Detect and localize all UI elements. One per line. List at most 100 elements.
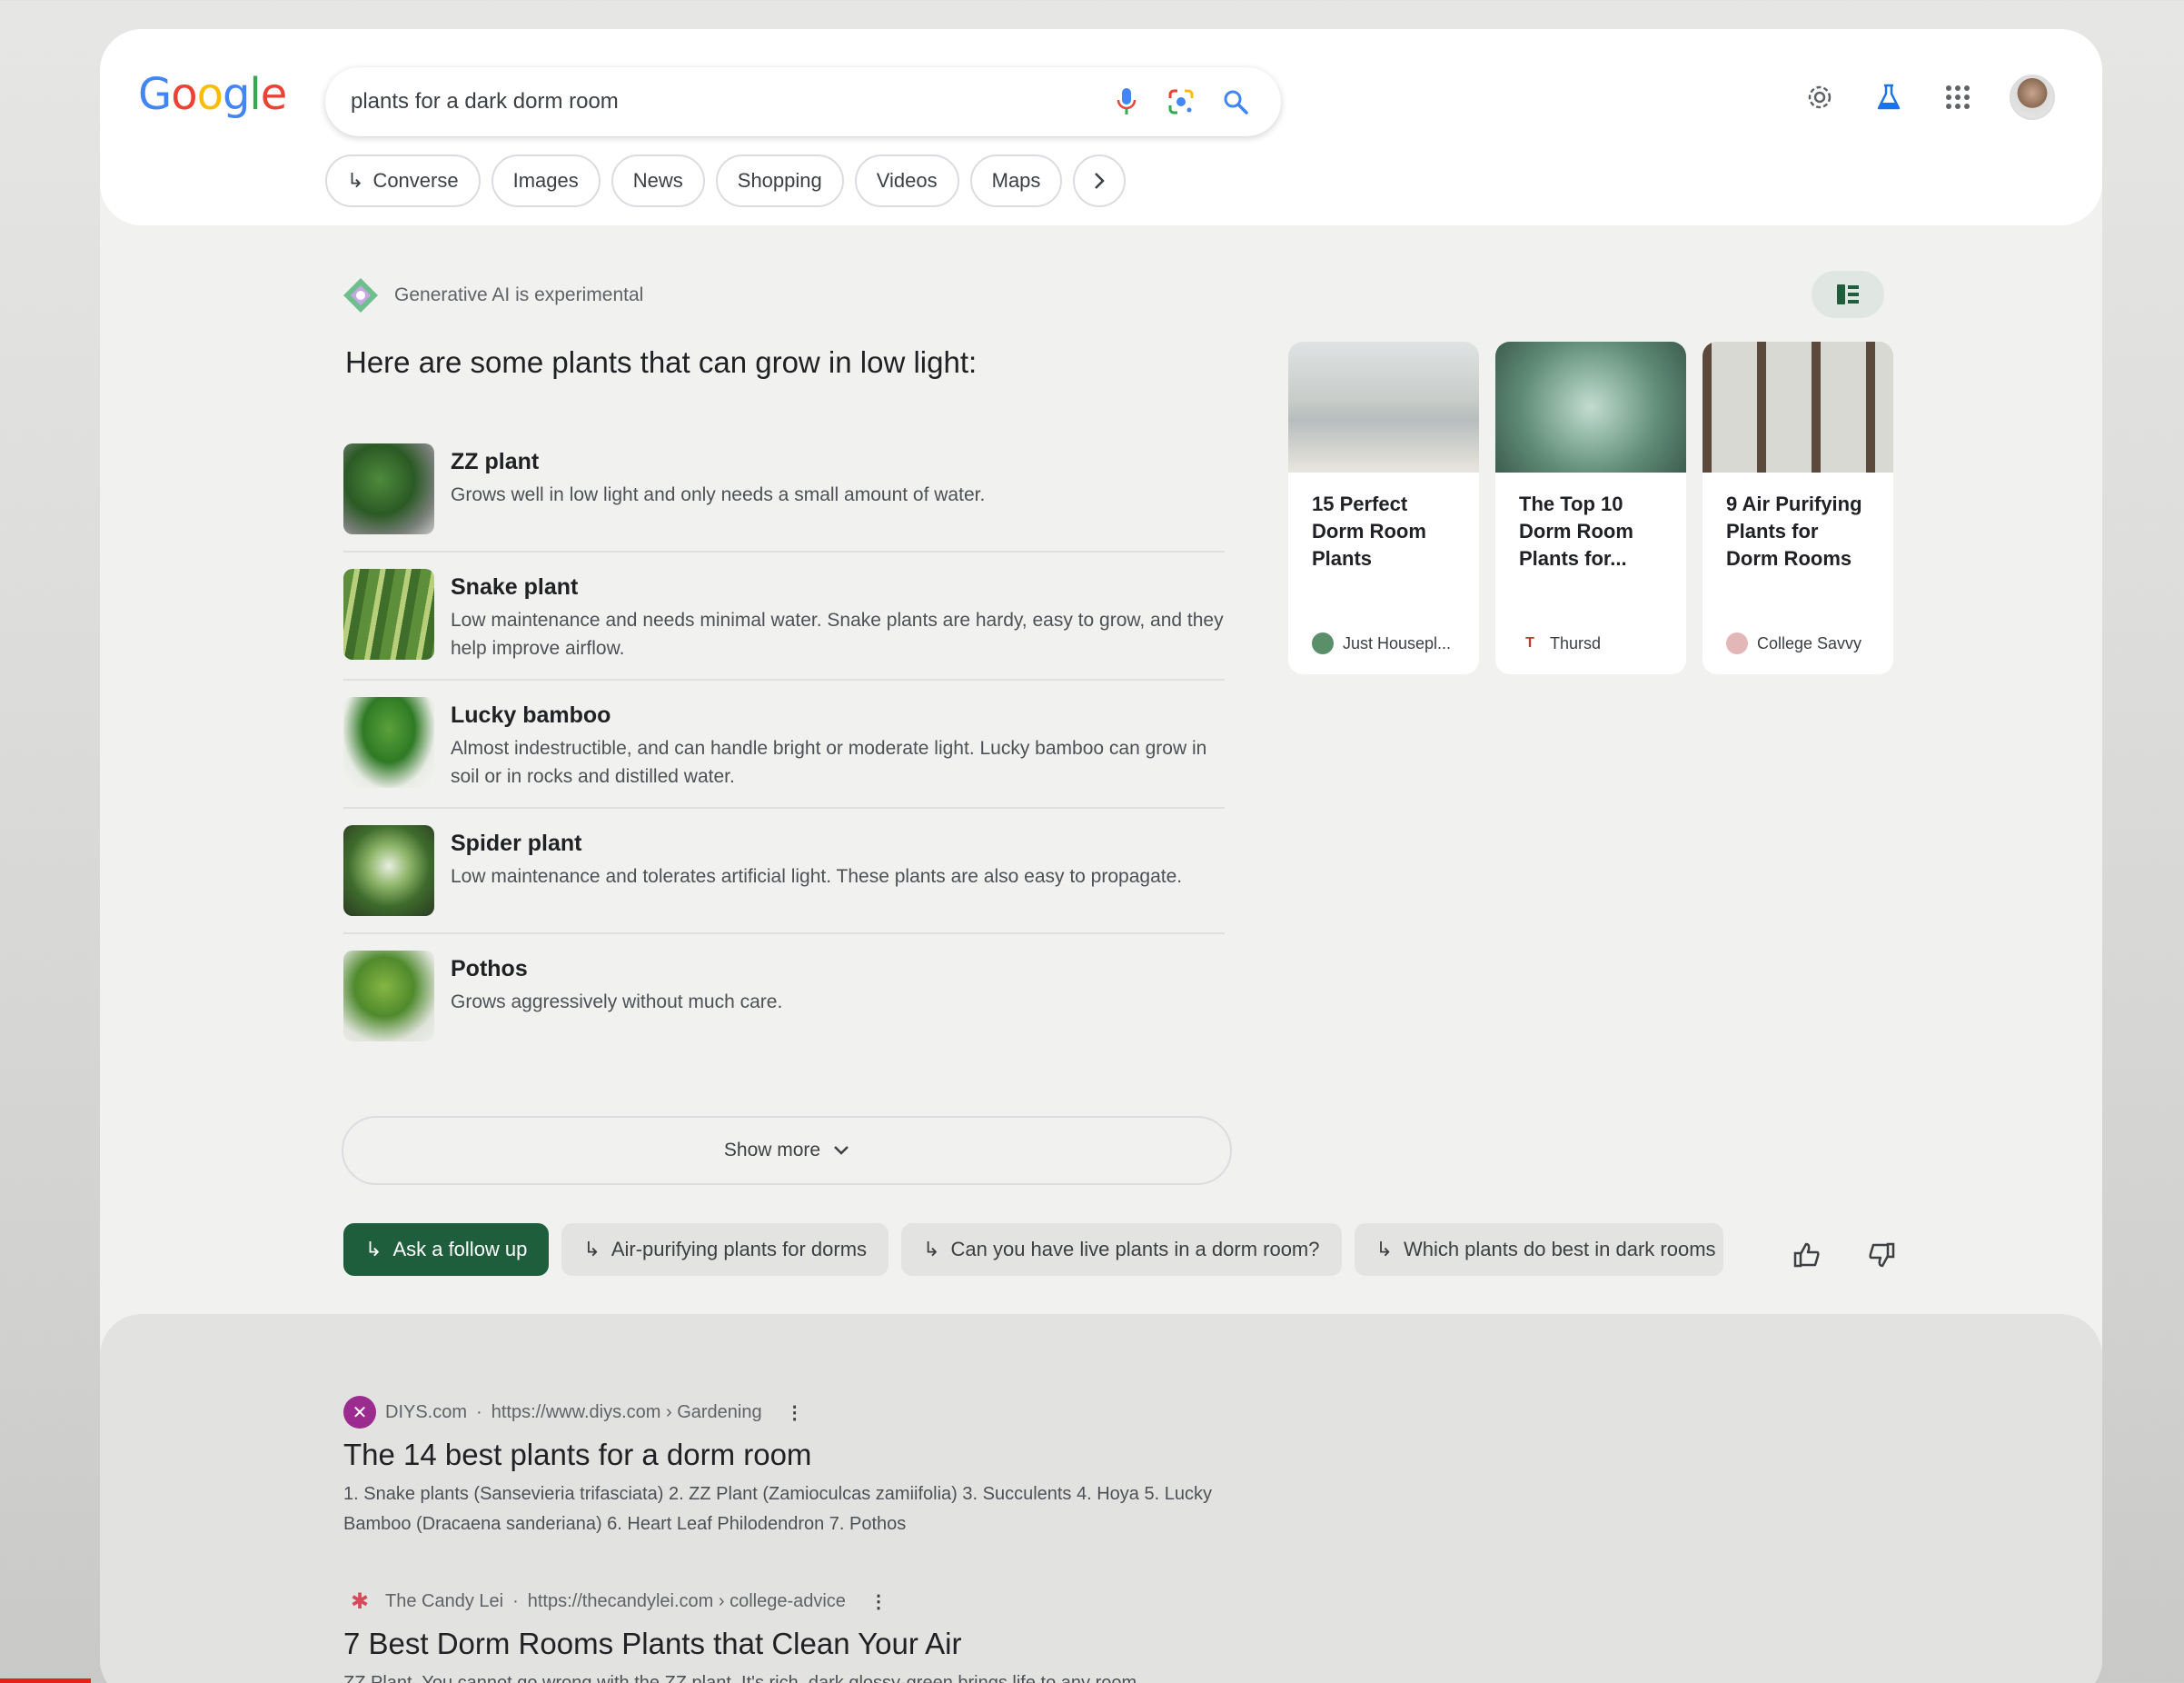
tab-converse[interactable]: ↳ Converse — [325, 154, 481, 207]
list-item[interactable]: Lucky bamboo Almost indestructible, and … — [343, 681, 1225, 809]
avatar[interactable] — [2010, 75, 2055, 120]
mic-icon[interactable] — [1107, 82, 1147, 122]
show-more-button[interactable]: Show more — [342, 1116, 1232, 1185]
list-item[interactable]: Snake plant Low maintenance and needs mi… — [343, 553, 1225, 681]
result-site: DIYS.com — [385, 1401, 468, 1422]
follow-up-chip[interactable]: ↳ Air-purifying plants for dorms — [561, 1223, 889, 1276]
plant-thumbnail — [343, 825, 434, 916]
tab-label: Videos — [876, 169, 938, 192]
search-result: ✕ DIYS.com · https://www.diys.com › Gard… — [343, 1396, 1234, 1539]
lens-icon[interactable] — [1161, 82, 1201, 122]
result-title-link[interactable]: The 14 best plants for a dorm room — [343, 1438, 1234, 1472]
follow-arrow-icon: ↳ — [923, 1238, 940, 1260]
tab-videos[interactable]: Videos — [854, 154, 959, 207]
plant-name: Lucky bamboo — [451, 702, 611, 728]
source-name: College Savvy — [1757, 633, 1862, 652]
plant-desc: Almost indestructible, and can handle br… — [451, 738, 1207, 787]
google-logo[interactable]: Google — [138, 69, 287, 120]
card-title: 9 Air Purifying Plants for Dorm Rooms — [1726, 493, 1862, 570]
source-card[interactable]: 15 Perfect Dorm Room Plants Just Housepl… — [1288, 342, 1479, 674]
follow-arrow-icon: ↳ — [1375, 1238, 1393, 1260]
chip-label: Ask a follow up — [392, 1238, 528, 1260]
source-card[interactable]: The Top 10 Dorm Room Plants for... T Thur… — [1495, 342, 1686, 674]
logo-letter: G — [138, 69, 172, 120]
plant-desc: Grows aggressively without much care. — [451, 991, 783, 1012]
source-name: Just Housepl... — [1343, 633, 1452, 652]
sge-sparkle-icon — [343, 278, 378, 313]
tab-maps[interactable]: Maps — [969, 154, 1063, 207]
result-url[interactable]: https://www.diys.com › Gardening — [491, 1402, 762, 1423]
logo-letter: o — [171, 69, 197, 120]
plant-thumbnail — [343, 951, 434, 1041]
tab-label: Converse — [372, 169, 459, 192]
follow-up-chip[interactable]: ↳ Can you have live plants in a dorm room… — [901, 1223, 1342, 1276]
chip-label: Air-purifying plants for dorms — [611, 1238, 868, 1260]
search-box[interactable]: plants for a dark dorm room — [325, 67, 1281, 136]
result-snippet: 1. Snake plants (Sansevieria trifasciata… — [343, 1484, 1212, 1534]
search-tabs: ↳ Converse Images News Shopping Videos Ma… — [325, 154, 1127, 207]
result-source: ✱ The Candy Lei · https://thecandylei.co… — [343, 1585, 1234, 1618]
follow-arrow-icon: ↳ — [347, 169, 364, 192]
source-favicon: T — [1519, 632, 1541, 654]
list-item[interactable]: Pothos Grows aggressively without much c… — [343, 934, 1225, 1058]
card-image — [1703, 342, 1893, 473]
show-more-label: Show more — [723, 1140, 821, 1160]
labs-flask-icon[interactable] — [1871, 80, 1906, 115]
card-image — [1288, 342, 1479, 473]
source-favicon — [1312, 632, 1334, 654]
video-progress-bar — [0, 1678, 91, 1683]
result-url[interactable]: https://thecandylei.com › college-advice — [528, 1591, 846, 1612]
apps-grid-icon[interactable] — [1941, 80, 1975, 115]
plant-desc: Low maintenance and needs minimal water.… — [451, 610, 1224, 659]
list-item[interactable]: ZZ plant Grows well in low light and onl… — [343, 427, 1225, 553]
ask-follow-up-button[interactable]: ↳ Ask a follow up — [343, 1223, 550, 1276]
ai-badge-text: Generative AI is experimental — [394, 284, 644, 305]
card-source: Just Housepl... — [1312, 632, 1451, 654]
card-source: T Thursd — [1519, 632, 1601, 654]
source-cards: 15 Perfect Dorm Room Plants Just Housepl… — [1288, 342, 1893, 674]
follow-arrow-icon: ↳ — [583, 1238, 601, 1260]
plant-thumbnail — [343, 697, 434, 788]
search-header: Google plants for a dark dorm room ↳ Con… — [100, 29, 2102, 225]
separator: · — [476, 1401, 482, 1422]
card-title: 15 Perfect Dorm Room Plants — [1312, 493, 1426, 570]
tab-label: Maps — [991, 169, 1041, 192]
logo-letter: o — [196, 69, 223, 120]
follow-up-chip[interactable]: ↳ Which plants do best in dark rooms — [1354, 1223, 1723, 1276]
follow-arrow-icon: ↳ — [365, 1238, 382, 1260]
plant-name: Spider plant — [451, 831, 582, 856]
browser-window: Google plants for a dark dorm room ↳ Con… — [100, 29, 2102, 1683]
result-site: The Candy Lei — [385, 1590, 504, 1611]
thumbs-down-icon[interactable] — [1866, 1240, 1897, 1270]
search-results: ✕ DIYS.com · https://www.diys.com › Gard… — [100, 1314, 2102, 1683]
search-result: ✱ The Candy Lei · https://thecandylei.co… — [343, 1585, 1234, 1683]
tab-shopping[interactable]: Shopping — [715, 154, 844, 207]
list-item[interactable]: Spider plant Low maintenance and tolerat… — [343, 809, 1225, 934]
tab-images[interactable]: Images — [491, 154, 601, 207]
result-title-link[interactable]: 7 Best Dorm Rooms Plants that Clean Your… — [343, 1627, 1234, 1661]
result-source: ✕ DIYS.com · https://www.diys.com › Gard… — [343, 1396, 1234, 1429]
result-snippet: ZZ Plant. You cannot go wrong with the Z… — [343, 1673, 1142, 1683]
tab-news[interactable]: News — [611, 154, 705, 207]
chevron-right-icon — [1095, 173, 1106, 189]
tabs-next-button[interactable] — [1073, 154, 1127, 207]
card-image — [1495, 342, 1686, 473]
search-icon[interactable] — [1216, 82, 1256, 122]
tab-label: Shopping — [737, 169, 822, 192]
source-card[interactable]: 9 Air Purifying Plants for Dorm Rooms Co… — [1703, 342, 1893, 674]
logo-letter: l — [249, 69, 261, 120]
plant-thumbnail — [343, 569, 434, 660]
more-options-icon[interactable]: ⋮ — [869, 1590, 888, 1613]
search-input[interactable]: plants for a dark dorm room — [351, 89, 1092, 115]
more-options-icon[interactable]: ⋮ — [786, 1401, 804, 1424]
ai-intro-heading: Here are some plants that can grow in lo… — [345, 345, 978, 379]
layout-toggle-button[interactable] — [1812, 271, 1884, 318]
card-source: College Savvy — [1726, 632, 1861, 654]
gear-icon[interactable] — [1802, 80, 1837, 115]
chip-label: Can you have live plants in a dorm room? — [950, 1238, 1320, 1260]
plant-desc: Low maintenance and tolerates artificial… — [451, 866, 1183, 887]
thumbs-up-icon[interactable] — [1792, 1240, 1822, 1270]
follow-up-chips: ↳ Ask a follow up ↳ Air-purifying plants f… — [343, 1223, 1723, 1276]
separator: · — [512, 1590, 519, 1611]
logo-letter: g — [222, 69, 250, 120]
